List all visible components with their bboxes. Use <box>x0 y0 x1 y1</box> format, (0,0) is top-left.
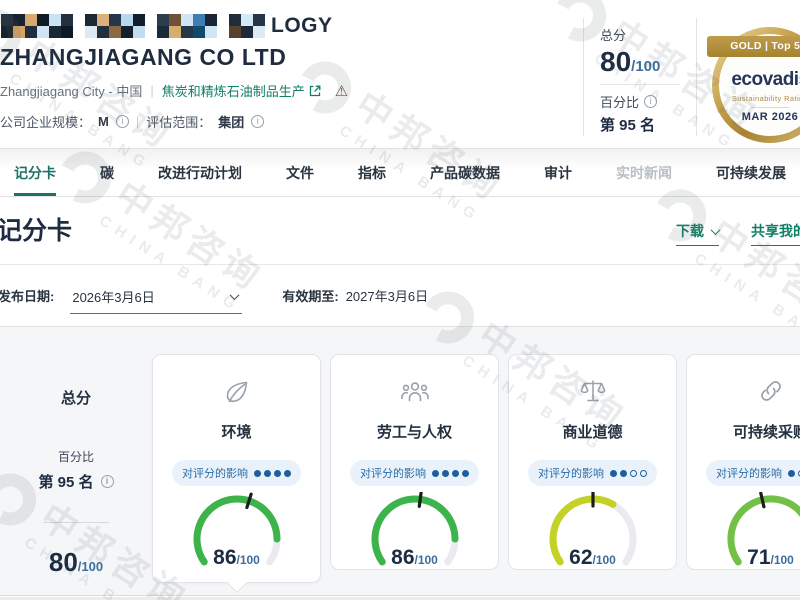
summary-score-value: 80 <box>49 547 78 577</box>
date-row: 发布日期: 2026年3月6日 有效期至: 2027年3月6日 <box>0 264 800 326</box>
impact-pill: 对评分的影响 <box>528 460 657 486</box>
impact-dots <box>610 470 647 477</box>
card-title: 劳工与人权 <box>331 421 498 442</box>
company-location: Zhangjiagang City - 中国 <box>0 81 142 100</box>
card-title: 商业道德 <box>509 421 676 442</box>
summary-total-label: 总分 <box>12 387 140 408</box>
card-score-value: 62 <box>569 546 592 569</box>
valid-until-value: 2027年3月6日 <box>346 286 428 305</box>
impact-label: 对评分的影响 <box>360 465 426 481</box>
ecovadis-medal: ecovadis Sustainability Rating MAR 2026 … <box>712 27 800 143</box>
people-icon <box>331 377 498 407</box>
impact-label: 对评分的影响 <box>182 465 248 481</box>
category-card-business-ethics[interactable]: 商业道德 对评分的影响 62/100 <box>508 354 677 570</box>
category-card-labor-human-rights[interactable]: 劳工与人权 对评分的影响 86/100 <box>330 354 499 570</box>
impact-dots <box>254 470 291 477</box>
publish-date-select[interactable]: 2026年3月6日 <box>70 286 242 314</box>
tab-sustainable-development[interactable]: 可持续发展 <box>716 149 786 196</box>
chevron-down-icon <box>711 225 721 235</box>
card-score-denominator: /100 <box>237 553 260 567</box>
divider <box>600 84 680 85</box>
main-tab-bar: 记分卡 碳 改进行动计划 文件 指标 产品碳数据 审计 实时新闻 可持续发展 <box>0 148 800 197</box>
impact-label: 对评分的影响 <box>538 465 604 481</box>
summary-rank: 第 95 名 <box>38 471 93 492</box>
summary-score-denominator: /100 <box>78 559 103 574</box>
warning-icon[interactable]: ⚠ <box>335 82 348 100</box>
card-score-value: 86 <box>391 546 414 569</box>
valid-until-label: 有效期至: <box>282 286 338 305</box>
tab-improvement-plan[interactable]: 改进行动计划 <box>158 149 242 196</box>
share-scorecard-link[interactable]: 共享我的记分卡 <box>751 221 800 246</box>
summary-percentile-label: 百分比 <box>12 448 140 465</box>
impact-label: 对评分的影响 <box>716 465 782 481</box>
industry-link[interactable]: 焦炭和精炼石油制品生产 <box>162 81 321 100</box>
card-title: 环境 <box>153 421 320 442</box>
card-score-denominator: /100 <box>771 553 794 567</box>
redacted-company-logo <box>1 14 265 38</box>
page-header: LOGY ZHANGJIAGANG CO LTD Zhangjiagang Ci… <box>0 0 800 148</box>
card-score-value: 86 <box>213 546 236 569</box>
separator: | <box>150 83 153 98</box>
scorecard-section: 总分 百分比 第 95 名 80/100 环境 对评分的影响 86/100 <box>0 326 800 596</box>
percentile-rank: 第 95 名 <box>600 114 696 135</box>
medal-subtitle: Sustainability Rating <box>732 94 800 103</box>
publish-date-label: 发布日期: <box>0 286 54 305</box>
impact-pill: 对评分的影响 <box>350 460 479 486</box>
company-size-label: 公司企业规模： <box>0 112 91 131</box>
card-score-value: 71 <box>747 546 770 569</box>
info-icon[interactable] <box>644 95 657 108</box>
card-score-denominator: /100 <box>415 553 438 567</box>
category-card-sustainable-procurement[interactable]: 可持续采购 对评分的影响 71/100 <box>686 354 800 570</box>
tab-live-news: 实时新闻 <box>616 149 672 196</box>
leaf-icon <box>153 377 320 407</box>
tab-documents[interactable]: 文件 <box>286 149 314 196</box>
link-icon <box>687 377 800 407</box>
category-card-environment[interactable]: 环境 对评分的影响 86/100 <box>152 354 321 583</box>
impact-pill: 对评分的影响 <box>706 460 800 486</box>
total-score-value: 80 <box>600 46 631 77</box>
masked-title-suffix: LOGY <box>271 14 333 38</box>
total-score-denominator: /100 <box>631 58 660 75</box>
company-size-value: M <box>98 114 109 129</box>
separator: | <box>136 114 139 129</box>
scope-value: 集团 <box>218 112 244 131</box>
medal-tier-banner: GOLD | Top 5% <box>707 36 800 57</box>
card-title: 可持续采购 <box>687 421 800 442</box>
external-link-icon <box>309 85 321 97</box>
medal-date: MAR 2026 <box>742 111 799 123</box>
info-icon[interactable] <box>101 475 114 488</box>
impact-pill: 对评分的影响 <box>172 460 301 486</box>
scope-label: 评估范围： <box>146 112 211 131</box>
impact-dots <box>788 470 800 477</box>
tab-metrics[interactable]: 指标 <box>358 149 386 196</box>
tab-audit[interactable]: 审计 <box>544 149 572 196</box>
info-icon[interactable] <box>116 115 129 128</box>
info-icon[interactable] <box>251 115 264 128</box>
ecovadis-logo: ecovadis <box>731 69 800 91</box>
percentile-label: 百分比 <box>600 92 639 111</box>
total-score-label: 总分 <box>600 25 696 44</box>
overall-summary: 总分 百分比 第 95 名 80/100 <box>12 327 140 578</box>
scorecard-title-row: 记分卡 下载 共享我的记分卡 <box>0 197 800 264</box>
tab-product-carbon-data[interactable]: 产品碳数据 <box>430 149 500 196</box>
tab-carbon[interactable]: 碳 <box>100 149 114 196</box>
impact-dots <box>432 470 469 477</box>
scales-icon <box>509 377 676 407</box>
divider <box>751 107 789 108</box>
chevron-down-icon <box>230 290 240 300</box>
total-score-panel: 总分 80/100 百分比 第 95 名 <box>583 18 697 136</box>
download-button[interactable]: 下载 <box>676 221 719 246</box>
tab-scorecard[interactable]: 记分卡 <box>14 149 56 196</box>
divider <box>43 522 109 523</box>
card-score-denominator: /100 <box>593 553 616 567</box>
